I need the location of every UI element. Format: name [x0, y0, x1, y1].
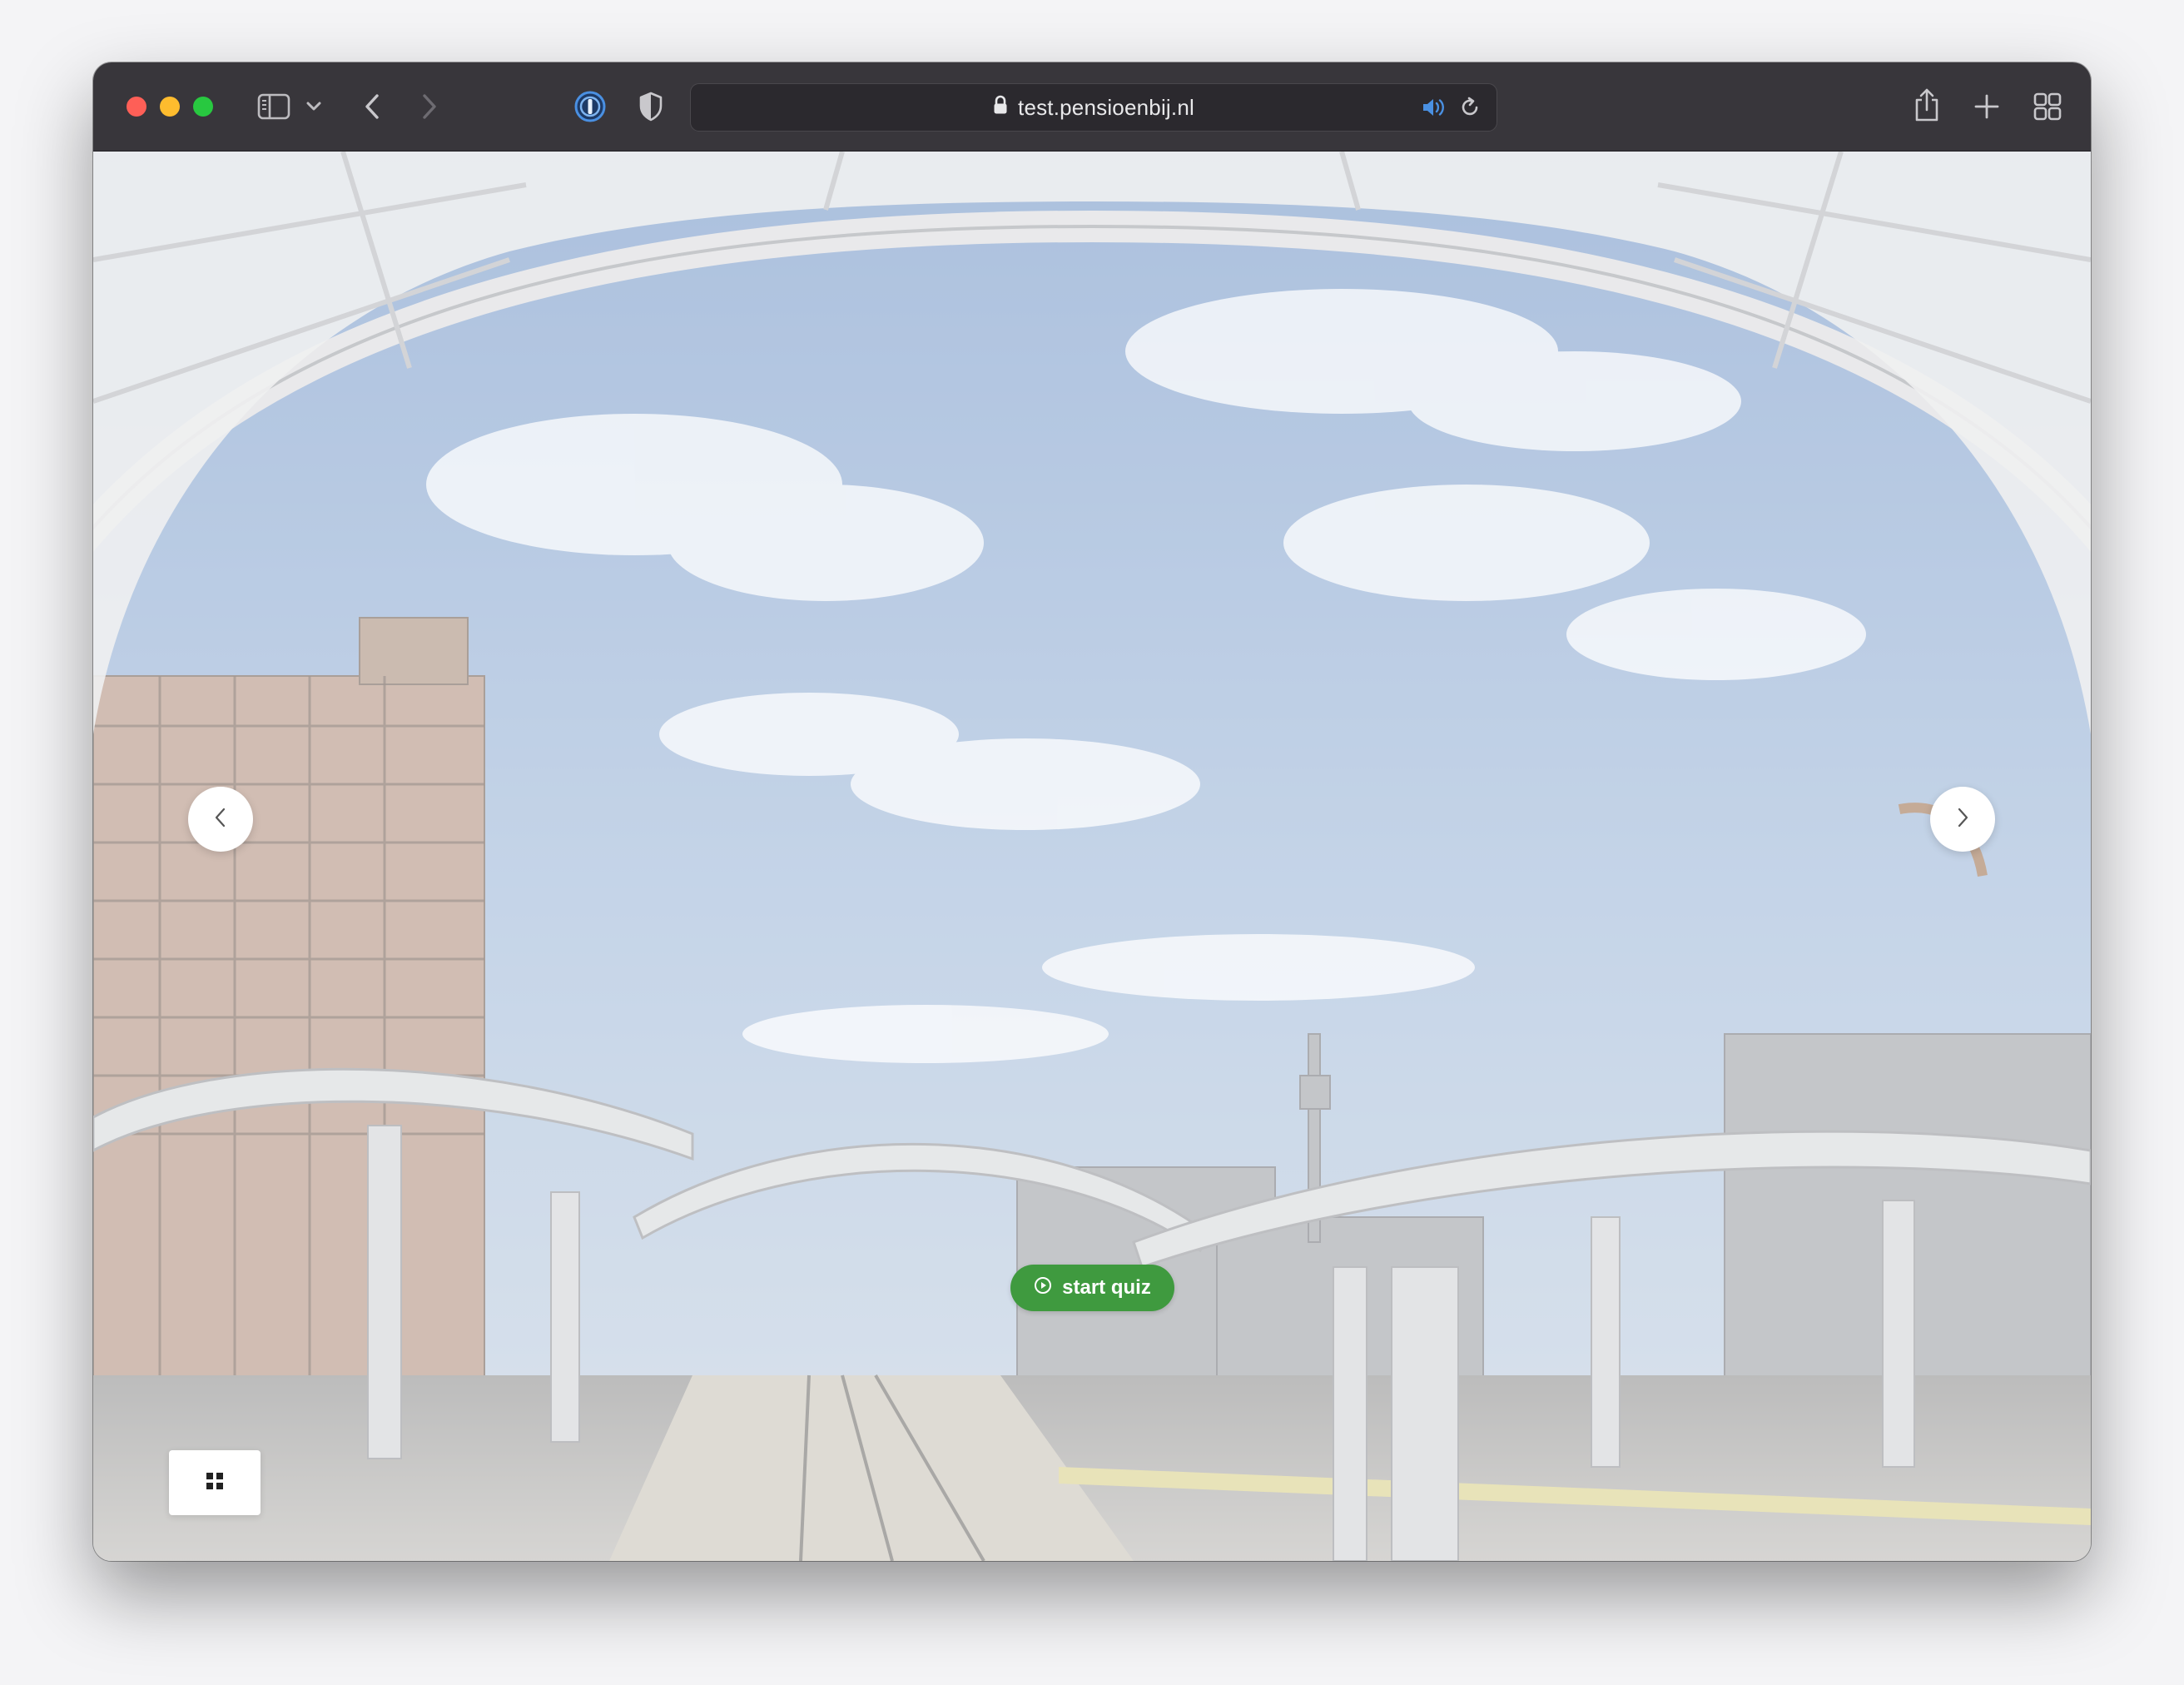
page-content: start quiz [93, 152, 2091, 1561]
start-quiz-label: start quiz [1062, 1276, 1151, 1299]
sidebar-toggle-icon[interactable] [256, 90, 292, 123]
grid-four-squares-icon [206, 1472, 224, 1494]
tab-overview-grid-icon[interactable] [2031, 90, 2064, 123]
address-bar[interactable]: test.pensioenbij.nl [690, 83, 1497, 132]
chevron-left-icon [213, 806, 228, 833]
previous-slide-button[interactable] [188, 787, 253, 852]
chevron-right-icon [1955, 806, 1970, 833]
back-arrow-icon[interactable] [358, 87, 386, 126]
reload-icon[interactable] [1457, 94, 1483, 121]
1password-extension-icon[interactable] [573, 89, 608, 124]
close-window-button[interactable] [127, 97, 146, 117]
browser-window: test.pensioenbij.nl start quiz [93, 62, 2091, 1561]
speaker-audio-icon[interactable] [1420, 95, 1447, 120]
share-icon[interactable] [1910, 84, 1943, 126]
privacy-shield-icon[interactable] [634, 89, 668, 124]
next-slide-button[interactable] [1930, 787, 1995, 852]
start-quiz-button[interactable]: start quiz [1010, 1265, 1174, 1311]
minimize-window-button[interactable] [160, 97, 180, 117]
plus-new-tab-icon[interactable] [1970, 90, 2003, 123]
menu-grid-button[interactable] [169, 1450, 261, 1515]
browser-toolbar: test.pensioenbij.nl [93, 62, 2091, 152]
url-text: test.pensioenbij.nl [1018, 95, 1194, 120]
chevron-down-icon[interactable] [303, 96, 325, 117]
forward-arrow-icon[interactable] [415, 87, 444, 126]
zoom-window-button[interactable] [193, 97, 213, 117]
play-circle-icon [1034, 1276, 1052, 1300]
white-overlay [93, 152, 2091, 1561]
lock-icon [993, 84, 1008, 131]
